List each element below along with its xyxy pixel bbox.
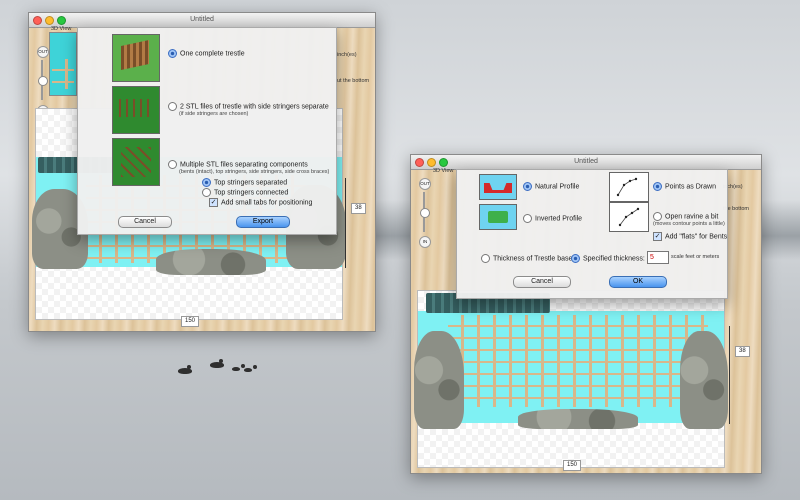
radio-multiple-stl[interactable] <box>168 160 177 169</box>
height-value-label: 38 <box>351 203 366 214</box>
window-title: Untitled <box>190 16 214 23</box>
cancel-button[interactable]: Cancel <box>118 216 172 228</box>
open-ravine-thumbnail <box>609 202 649 232</box>
zoom-slider-knob[interactable] <box>420 208 430 218</box>
width-value-label: 150 <box>563 460 582 471</box>
add-flats-label: Add "flats" for Bents <box>665 233 728 241</box>
option-multiple-stl[interactable]: Multiple STL files separating components… <box>168 160 329 175</box>
natural-profile-label: Natural Profile <box>535 183 580 191</box>
multiple-components-thumbnail <box>112 138 160 186</box>
option-add-tabs[interactable]: ✓ Add small tabs for positioning <box>209 198 312 207</box>
duckling-icon <box>244 365 257 372</box>
side-note-text: ut the bottom <box>337 78 370 84</box>
option-top-stringers-separated[interactable]: Top stringers separated <box>202 178 287 187</box>
option-add-flats[interactable]: ✓ Add "flats" for Bents <box>653 232 727 241</box>
window-titlebar[interactable]: Untitled <box>29 13 375 28</box>
view-tab-label[interactable]: 3D View <box>433 168 453 174</box>
checkbox-add-flats[interactable]: ✓ <box>653 232 662 241</box>
add-tabs-label: Add small tabs for positioning <box>221 199 313 207</box>
thickness-base-label: Thickness of Trestle base <box>493 255 573 263</box>
option-complete-trestle-label: One complete trestle <box>180 50 245 58</box>
radio-natural-profile[interactable] <box>523 182 532 191</box>
zoom-window-button[interactable] <box>57 16 66 25</box>
thickness-unit-label: scale feet or meters <box>671 254 720 260</box>
cancel-button[interactable]: Cancel <box>513 276 571 288</box>
option-top-stringers-connected[interactable]: Top stringers connected <box>202 188 288 197</box>
radio-specified-thickness[interactable] <box>571 254 580 263</box>
specified-thickness-label: Specified thickness: <box>583 255 645 263</box>
radio-complete-trestle[interactable] <box>168 49 177 58</box>
option-complete-trestle[interactable]: One complete trestle <box>168 49 245 58</box>
open-ravine-label: Open ravine a bit <box>665 213 719 221</box>
drawing-canvas[interactable] <box>414 290 728 468</box>
duck-icon <box>210 359 224 368</box>
side-stringers-thumbnail <box>112 86 160 134</box>
minimize-window-button[interactable] <box>427 158 436 167</box>
natural-profile-thumbnail <box>479 174 517 200</box>
option-multiple-stl-label: Multiple STL files separating components <box>180 161 308 169</box>
option-specified-thickness[interactable]: Specified thickness: <box>571 254 645 263</box>
radio-open-ravine[interactable] <box>653 212 662 221</box>
inverted-profile-thumbnail <box>479 204 517 230</box>
ravine-floor-rock <box>156 249 266 275</box>
zoom-out-button[interactable]: OUT <box>419 178 431 190</box>
option-side-stringers-note: (if side stringers are chosen) <box>179 111 249 117</box>
complete-trestle-thumbnail <box>112 34 160 82</box>
ok-button[interactable]: OK <box>609 276 667 288</box>
duckling-icon <box>232 364 245 371</box>
radio-top-stringers-separated[interactable] <box>202 178 211 187</box>
option-points-as-drawn[interactable]: Points as Drawn <box>653 182 716 191</box>
zoom-window-button[interactable] <box>439 158 448 167</box>
option-inverted-profile[interactable]: Inverted Profile <box>523 214 582 223</box>
points-as-drawn-label: Points as Drawn <box>665 183 716 191</box>
radio-points-as-drawn[interactable] <box>653 182 662 191</box>
duck-icon <box>178 365 192 374</box>
height-value-label: 38 <box>735 346 750 357</box>
top-stringers-separated-label: Top stringers separated <box>214 179 288 187</box>
export-options-sheet: One complete trestle 2 STL files of tres… <box>77 27 337 235</box>
radio-top-stringers-connected[interactable] <box>202 188 211 197</box>
zoom-slider-knob[interactable] <box>38 76 48 86</box>
minimize-window-button[interactable] <box>45 16 54 25</box>
width-value-label: 150 <box>181 316 200 327</box>
checkbox-add-tabs[interactable]: ✓ <box>209 198 218 207</box>
profile-options-sheet: Natural Profile Inverted Profile Points … <box>456 169 728 299</box>
height-dimension-line <box>729 326 730 424</box>
window-titlebar[interactable]: Untitled <box>411 155 761 170</box>
left-rock <box>414 331 464 429</box>
close-window-button[interactable] <box>33 16 42 25</box>
trestle-structure <box>448 315 708 407</box>
height-dimension-line <box>345 178 346 268</box>
zoom-in-button[interactable]: IN <box>419 236 431 248</box>
units-label: inch(es) <box>337 52 357 58</box>
top-stringers-connected-label: Top stringers connected <box>214 189 289 197</box>
window-title: Untitled <box>574 158 598 165</box>
ravine-floor-rock <box>518 409 638 429</box>
right-rock <box>680 331 728 429</box>
option-natural-profile[interactable]: Natural Profile <box>523 182 579 191</box>
inverted-profile-label: Inverted Profile <box>535 215 583 223</box>
right-app-window: Untitled OUT IN 3D View inch(es) the bot… <box>410 154 762 474</box>
option-thickness-base[interactable]: Thickness of Trestle base <box>481 254 572 263</box>
export-button[interactable]: Export <box>236 216 290 228</box>
option-side-stringers[interactable]: 2 STL files of trestle with side stringe… <box>168 102 329 117</box>
option-open-ravine[interactable]: Open ravine a bit (moves contour points … <box>653 212 725 227</box>
open-ravine-note: (moves contour points a little) <box>653 221 725 227</box>
left-app-window: Untitled OUT IN 3D View inch(es) ut the … <box>28 12 376 332</box>
zoom-out-button[interactable]: OUT <box>37 46 49 58</box>
option-side-stringers-label: 2 STL files of trestle with side stringe… <box>180 103 329 111</box>
close-window-button[interactable] <box>415 158 424 167</box>
points-as-drawn-thumbnail <box>609 172 649 202</box>
option-multiple-stl-note: (bents (intact), top stringers, side str… <box>179 169 330 175</box>
radio-thickness-base[interactable] <box>481 254 490 263</box>
radio-inverted-profile[interactable] <box>523 214 532 223</box>
radio-side-stringers[interactable] <box>168 102 177 111</box>
preview-thumbnail <box>49 32 77 96</box>
thickness-input[interactable]: 5 <box>647 251 669 264</box>
